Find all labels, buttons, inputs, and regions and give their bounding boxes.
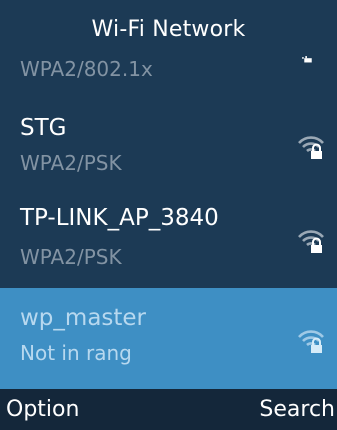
network-item[interactable]: WPA2/802.1x xyxy=(0,48,337,110)
wifi-locked-icon xyxy=(298,330,324,353)
network-item[interactable]: STG WPA2/PSK xyxy=(0,110,337,194)
search-softkey[interactable]: Search xyxy=(259,389,335,430)
wifi-locked-icon xyxy=(298,230,324,253)
wifi-locked-icon xyxy=(298,136,324,159)
network-name: TP-LINK_AP_3840 xyxy=(20,205,219,231)
network-security: WPA2/802.1x xyxy=(20,57,153,81)
network-security: Not in rang xyxy=(20,341,132,365)
option-softkey[interactable]: Option xyxy=(6,389,79,430)
title-bar: Wi-Fi Network xyxy=(0,0,337,48)
network-security: WPA2/PSK xyxy=(20,245,122,269)
network-name: wp_master xyxy=(20,305,147,331)
wifi-locked-icon xyxy=(302,56,312,63)
network-item-selected[interactable]: wp_master Not in rang xyxy=(0,288,337,389)
network-security: WPA2/PSK xyxy=(20,151,122,175)
softkey-bar: Option Search xyxy=(0,389,337,430)
network-list: WPA2/802.1x STG WPA2/PSK TP-LINK_AP_3840… xyxy=(0,0,337,389)
network-name: STG xyxy=(20,115,67,141)
network-item[interactable]: TP-LINK_AP_3840 WPA2/PSK xyxy=(0,194,337,288)
page-title: Wi-Fi Network xyxy=(91,17,246,42)
wifi-network-screen: WPA2/802.1x STG WPA2/PSK TP-LINK_AP_3840… xyxy=(0,0,337,430)
